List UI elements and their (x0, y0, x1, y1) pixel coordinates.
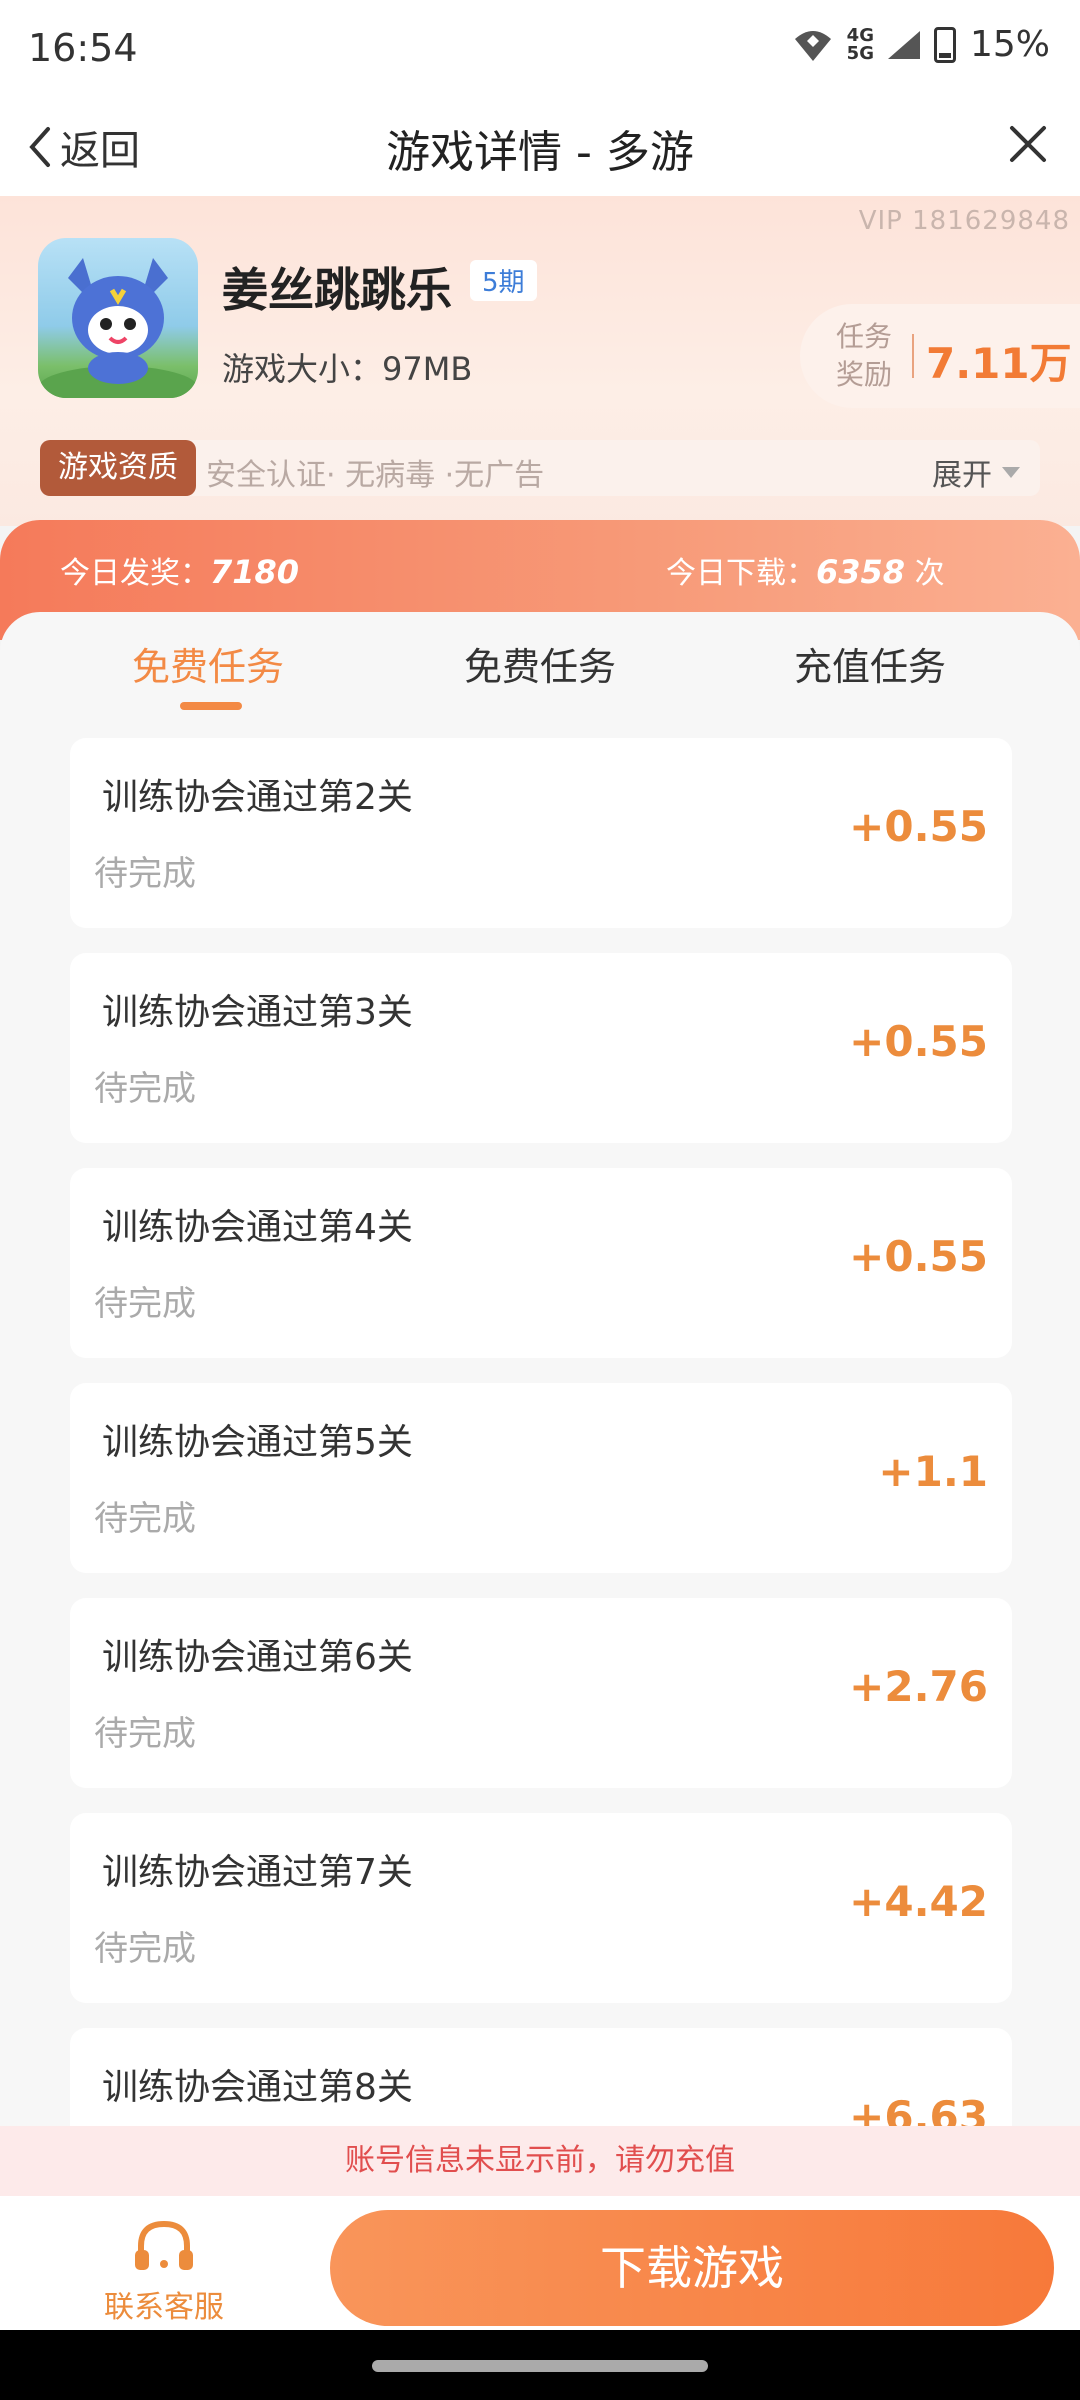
today-download: 今日下载：6358 次 (666, 548, 945, 592)
task-list: 训练协会通过第2关 待完成 +0.55 训练协会通过第3关 待完成 +0.55 … (70, 738, 1012, 2132)
task-title: 训练协会通过第4关 (102, 1207, 413, 1248)
task-reward-value: 7.11万 (926, 339, 1072, 388)
today-download-label: 今日下载： (666, 556, 816, 591)
nav-bar: 返回 游戏详情 - 多游 (0, 100, 1080, 196)
task-item[interactable]: 训练协会通过第7关 待完成 +4.42 (70, 1813, 1012, 2003)
close-icon[interactable] (1004, 120, 1052, 168)
task-item[interactable]: 训练协会通过第4关 待完成 +0.55 (70, 1168, 1012, 1358)
task-title: 训练协会通过第2关 (102, 777, 413, 818)
gesture-handle[interactable] (372, 2360, 708, 2372)
task-item[interactable]: 训练协会通过第5关 待完成 +1.1 (70, 1383, 1012, 1573)
qualification-text: 安全认证· 无病毒 ·无广告 (206, 458, 545, 493)
task-status: 待完成 (94, 1929, 196, 1969)
task-reward-pill: 任务奖励 7.11万 (800, 304, 1080, 408)
tab-recharge-tasks[interactable]: 充值任务 (794, 636, 946, 691)
task-status: 待完成 (94, 1499, 196, 1539)
status-bar: 16:54 4G 5G 15% (0, 0, 1080, 100)
task-item[interactable]: 训练协会通过第3关 待完成 +0.55 (70, 953, 1012, 1143)
active-tab-indicator (180, 702, 242, 710)
status-icons: 4G 5G 15% (793, 24, 1050, 65)
task-reward: +0.55 (849, 1017, 988, 1066)
battery-percent: 15% (969, 24, 1050, 65)
status-time: 16:54 (28, 26, 138, 70)
task-title: 训练协会通过第3关 (102, 992, 413, 1033)
qualification-tag: 游戏资质 (40, 440, 196, 496)
game-name: 姜丝跳跳乐 (222, 263, 452, 317)
wifi-icon (794, 30, 831, 61)
game-icon (38, 238, 198, 398)
expand-button[interactable]: 展开 (932, 450, 1020, 494)
today-award-label: 今日发奖： (60, 556, 210, 591)
task-status: 待完成 (94, 1284, 196, 1324)
period-badge: 5期 (470, 260, 537, 301)
task-title: 训练协会通过第5关 (102, 1422, 413, 1463)
tab-free-tasks-2[interactable]: 免费任务 (464, 636, 616, 691)
task-panel: 免费任务 免费任务 充值任务 训练协会通过第2关 待完成 +0.55 训练协会通… (0, 612, 1080, 2132)
page-title: 游戏详情 - 多游 (386, 127, 694, 178)
task-status: 待完成 (94, 1714, 196, 1754)
task-reward: +4.42 (849, 1877, 988, 1926)
download-game-button[interactable]: 下载游戏 (330, 2210, 1054, 2326)
today-award-value: 7180 (210, 553, 300, 591)
recharge-warning: 账号信息未显示前，请勿充值 (0, 2126, 1080, 2196)
vip-id: VIP 181629848 (858, 206, 1070, 236)
task-item[interactable]: 训练协会通过第6关 待完成 +2.76 (70, 1598, 1012, 1788)
task-title: 训练协会通过第7关 (102, 1852, 413, 1893)
task-reward: +1.1 (878, 1447, 988, 1496)
task-reward: +0.55 (849, 1232, 988, 1281)
game-mascot-icon (38, 258, 198, 398)
customer-service-button[interactable]: 联系客服 (94, 2216, 234, 2326)
caret-down-icon (1002, 466, 1020, 478)
today-award: 今日发奖：7180 (60, 548, 299, 592)
game-size: 游戏大小：97MB (222, 350, 473, 388)
tab-free-tasks[interactable]: 免费任务 (132, 636, 284, 691)
task-reward: +2.76 (849, 1662, 988, 1711)
system-nav-bar (0, 2330, 1080, 2400)
game-qualification[interactable]: 游戏资质 安全认证· 无病毒 ·无广告 展开 (40, 440, 1040, 496)
game-header: VIP 181629848 姜丝跳跳乐 5期 游戏大小：97MB 任务奖励 7.… (0, 196, 1080, 526)
task-reward: +0.55 (849, 802, 988, 851)
task-item[interactable]: 训练协会通过第2关 待完成 +0.55 (70, 738, 1012, 928)
today-download-value: 6358 (816, 553, 906, 591)
task-item[interactable]: 训练协会通过第8关 +6.63 (70, 2028, 1012, 2132)
task-title: 训练协会通过第8关 (102, 2067, 413, 2108)
network-type: 4G 5G (846, 24, 874, 64)
customer-service-label: 联系客服 (104, 2290, 224, 2325)
battery-icon (933, 26, 956, 63)
headset-icon (135, 2220, 193, 2270)
task-tabs: 免费任务 免费任务 充值任务 (0, 612, 1080, 722)
task-status: 待完成 (94, 1069, 196, 1109)
signal-icon (887, 30, 920, 59)
task-title: 训练协会通过第6关 (102, 1637, 413, 1678)
bottom-bar: 联系客服 下载游戏 (0, 2196, 1080, 2330)
expand-label: 展开 (932, 458, 992, 493)
today-download-unit: 次 (905, 556, 945, 591)
task-reward-label: 任务奖励 (836, 320, 893, 391)
task-status: 待完成 (94, 854, 196, 894)
divider (912, 334, 914, 378)
